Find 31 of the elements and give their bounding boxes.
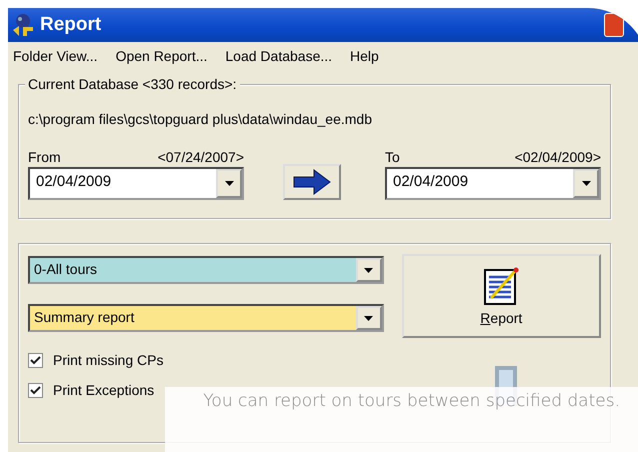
date-label: To xyxy=(385,149,400,165)
caption-text: You can report on tours between specified dates. xyxy=(165,387,638,452)
database-path: c:\program files\gcs\topguard plus\data\windau_ee.mdb xyxy=(28,111,373,127)
menu-item[interactable]: Open Report... xyxy=(114,46,208,66)
checkbox-label[interactable]: Print Exceptions xyxy=(53,382,154,398)
report-button[interactable]: Report xyxy=(402,254,601,338)
date-range: <07/24/2007> xyxy=(158,149,244,165)
window-title: Report xyxy=(40,14,102,36)
menu-item[interactable]: Folder View... xyxy=(12,46,99,66)
checkbox-label[interactable]: Print missing CPs xyxy=(53,352,164,368)
date-range: <02/04/2009> xyxy=(514,149,601,165)
check-icon xyxy=(30,386,41,394)
dropdown-arrow-icon xyxy=(582,181,590,186)
checkbox[interactable] xyxy=(28,352,43,368)
right-arrow-icon xyxy=(292,169,332,195)
dropdown-arrow-icon xyxy=(364,316,374,320)
dropdown-field[interactable]: Summary report xyxy=(28,304,384,332)
notepad-pencil-icon xyxy=(483,266,520,306)
dropdown-arrow-icon xyxy=(224,181,234,186)
arrow-button[interactable] xyxy=(282,164,340,200)
date-field[interactable]: 02/04/2009 xyxy=(385,167,601,200)
date-label: From xyxy=(28,149,61,165)
dropdown-arrow-icon xyxy=(364,268,374,272)
checkbox[interactable] xyxy=(28,382,43,398)
date-field[interactable]: 02/04/2009 xyxy=(28,167,244,200)
check-icon xyxy=(30,356,41,364)
menu-item[interactable]: Help xyxy=(349,46,380,66)
menu-item[interactable]: Load Database... xyxy=(224,46,334,66)
close-button[interactable] xyxy=(604,13,624,37)
group-legend: Current Database <330 records>: xyxy=(25,76,240,92)
dropdown-field[interactable]: 0-All tours xyxy=(28,256,384,284)
